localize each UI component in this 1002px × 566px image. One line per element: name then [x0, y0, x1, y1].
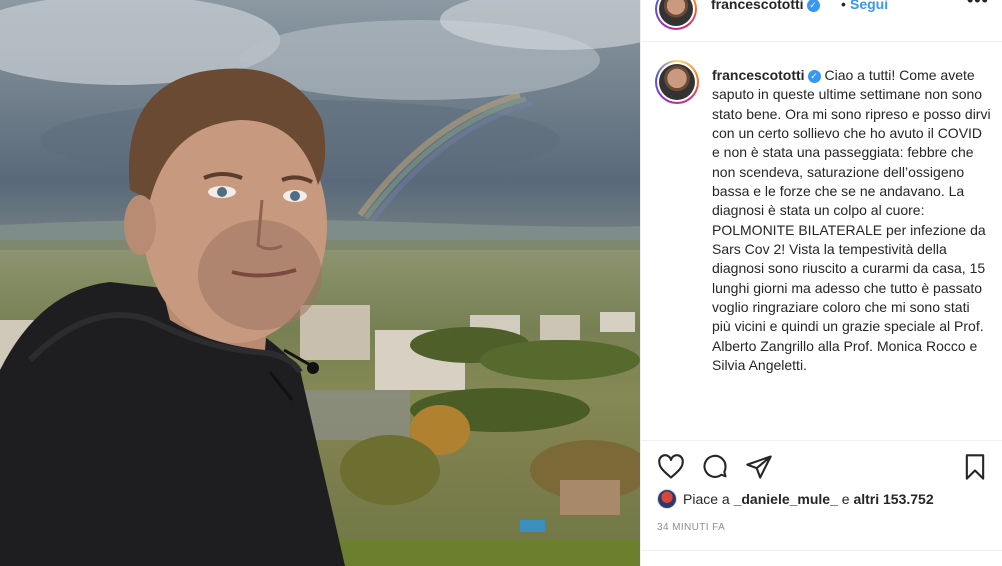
separator-dot: •	[841, 0, 846, 12]
caption-verified-badge-icon: ✓	[807, 70, 821, 83]
avatar[interactable]	[655, 0, 697, 30]
caption-username[interactable]: francescototti	[712, 67, 805, 83]
profile-picture	[659, 0, 693, 26]
more-options-icon[interactable]: •••	[967, 0, 989, 11]
liker-username[interactable]: _daniele_mule_	[734, 491, 838, 507]
post-side-panel: francescototti ✓ • Segui ••• francescotot…	[640, 0, 1002, 566]
verified-badge-icon: ✓	[806, 0, 820, 12]
comment-icon[interactable]	[701, 453, 729, 481]
header-username[interactable]: francescototti ✓	[711, 0, 820, 12]
likes-count[interactable]: altri 153.752	[853, 491, 933, 507]
post-photo	[0, 0, 640, 566]
follow-button[interactable]: Segui	[850, 0, 888, 12]
heart-icon[interactable]	[657, 453, 685, 481]
caption-avatar[interactable]	[655, 60, 699, 104]
caption-profile-picture	[659, 64, 695, 100]
header-username-text[interactable]: francescototti	[711, 0, 804, 12]
likes-prefix: Piace a	[683, 491, 734, 507]
liker-avatar[interactable]	[657, 489, 677, 509]
share-icon[interactable]	[745, 453, 773, 481]
action-bar: Piace a _daniele_mule_ e altri 153.752 3…	[641, 440, 1002, 566]
divider	[641, 550, 1002, 551]
post-header: francescototti ✓ • Segui •••	[641, 0, 1002, 42]
likes-line: Piace a _daniele_mule_ e altri 153.752	[657, 489, 934, 509]
bookmark-icon[interactable]	[961, 453, 989, 481]
caption-body: Ciao a tutti! Come avete saputo in quest…	[712, 67, 991, 374]
likes-middle: e	[837, 491, 854, 507]
photo-illustration	[0, 0, 640, 566]
post-timestamp[interactable]: 34 MINUTI FA	[657, 522, 725, 533]
caption-text-block: francescototti ✓ Ciao a tutti! Come avete…	[712, 66, 992, 376]
caption-section: francescototti ✓ Ciao a tutti! Come avete…	[641, 42, 1002, 440]
